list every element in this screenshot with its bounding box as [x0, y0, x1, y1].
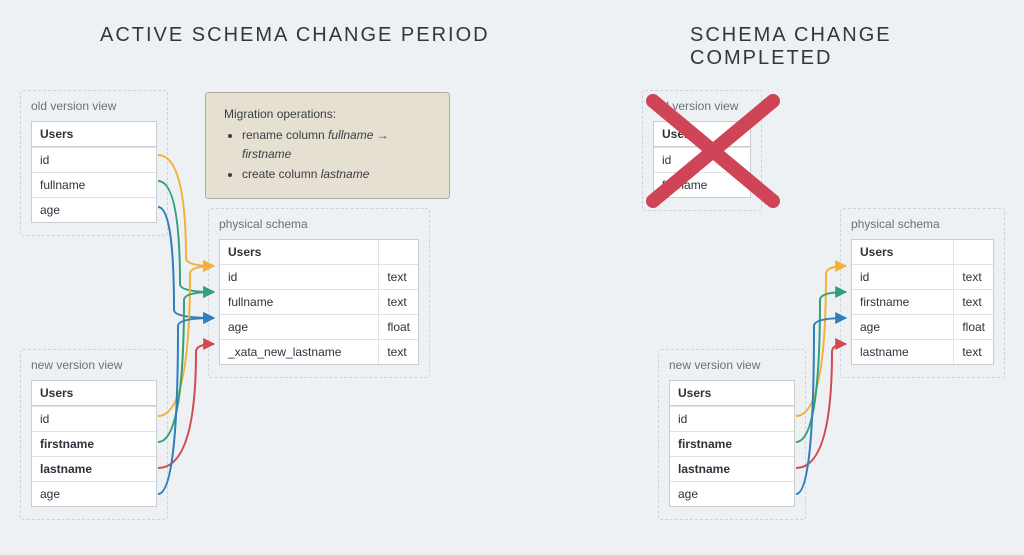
panel-old-view-left: old version view Users id fullname age: [20, 90, 168, 236]
table-header: Users: [32, 122, 156, 147]
em: firstname: [242, 147, 291, 161]
t: rename column: [242, 128, 328, 142]
col: fullname: [32, 172, 156, 197]
col: age: [32, 197, 156, 222]
type: text: [953, 264, 993, 289]
table-header: Users: [670, 381, 794, 406]
migration-heading: Migration operations:: [224, 105, 431, 124]
arrow: →: [373, 128, 388, 142]
panel-label: physical schema: [219, 217, 419, 231]
col: id: [32, 406, 156, 431]
title-completed: SCHEMA CHANGE COMPLETED: [690, 24, 1024, 70]
type: text: [378, 264, 418, 289]
type: float: [953, 314, 993, 339]
panel-new-view-left: new version view Users id firstname last…: [20, 349, 168, 520]
col: age: [670, 481, 794, 506]
t: create column: [242, 167, 321, 181]
col: id: [654, 147, 750, 172]
em: fullname: [328, 128, 373, 142]
panel-label: old version view: [653, 99, 751, 113]
type: text: [378, 339, 418, 364]
panel-physical-left: physical schema Users idtext fullnametex…: [208, 208, 430, 378]
col: firstname: [32, 431, 156, 456]
col: fullname: [654, 172, 750, 197]
type: float: [378, 314, 418, 339]
table-physical-left: Users idtext fullnametext agefloat _xata…: [219, 239, 419, 365]
table-old-view-left: Users id fullname age: [31, 121, 157, 223]
type: text: [378, 289, 418, 314]
th: [953, 240, 993, 264]
col: id: [32, 147, 156, 172]
col: id: [220, 264, 378, 289]
col: id: [852, 264, 953, 289]
th: Users: [220, 240, 378, 264]
em: lastname: [321, 167, 370, 181]
th: [378, 240, 418, 264]
col: id: [670, 406, 794, 431]
title-active: ACTIVE SCHEMA CHANGE PERIOD: [100, 24, 490, 47]
table-header: Users: [654, 122, 750, 147]
col: age: [32, 481, 156, 506]
panel-old-view-right: old version view Users id fullname: [642, 90, 762, 211]
th: Users: [852, 240, 953, 264]
table-new-view-right: Users id firstname lastname age: [669, 380, 795, 507]
col: fullname: [220, 289, 378, 314]
panel-label: old version view: [31, 99, 157, 113]
col: firstname: [852, 289, 953, 314]
type: text: [953, 289, 993, 314]
col: firstname: [670, 431, 794, 456]
panel-label: new version view: [669, 358, 795, 372]
type: text: [953, 339, 993, 364]
table-new-view-left: Users id firstname lastname age: [31, 380, 157, 507]
table-old-view-right: Users id fullname: [653, 121, 751, 198]
panel-label: physical schema: [851, 217, 994, 231]
col: lastname: [852, 339, 953, 364]
migration-operations-box: Migration operations: rename column full…: [205, 92, 450, 199]
migration-op: create column lastname: [242, 165, 431, 184]
migration-op: rename column fullname → firstname: [242, 126, 431, 164]
panel-label: new version view: [31, 358, 157, 372]
panel-physical-right: physical schema Users idtext firstnamete…: [840, 208, 1005, 378]
panel-new-view-right: new version view Users id firstname last…: [658, 349, 806, 520]
table-physical-right: Users idtext firstnametext agefloat last…: [851, 239, 994, 365]
col: lastname: [670, 456, 794, 481]
col: lastname: [32, 456, 156, 481]
col: age: [852, 314, 953, 339]
col: _xata_new_lastname: [220, 339, 378, 364]
table-header: Users: [32, 381, 156, 406]
col: age: [220, 314, 378, 339]
